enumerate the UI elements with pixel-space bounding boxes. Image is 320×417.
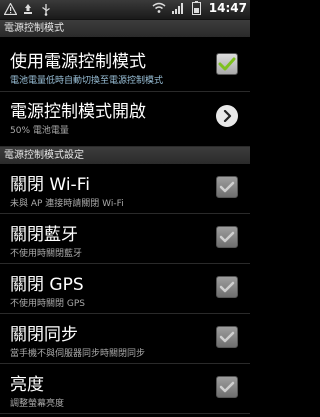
row-power-saving-at[interactable]: 電源控制模式開啟 50% 電池電量 xyxy=(0,92,250,147)
row-disable-bluetooth[interactable]: 關閉藍牙 不使用時關閉藍牙 xyxy=(0,214,250,264)
battery-icon xyxy=(190,1,204,15)
status-bar: 14:47 xyxy=(0,0,250,20)
row-subtitle: 未與 AP 連接時請關閉 Wi-Fi xyxy=(10,199,124,209)
usb-icon xyxy=(39,2,53,16)
check-icon xyxy=(219,331,235,343)
disable-wifi-checkbox[interactable] xyxy=(216,176,238,198)
row-subtitle: 50% 電池電量 xyxy=(10,126,69,136)
clock-time: 14:47 xyxy=(208,1,247,15)
row-title: 關閉藍牙 xyxy=(10,225,78,245)
check-icon xyxy=(219,281,235,293)
row-title: 關閉 GPS xyxy=(10,275,84,295)
row-subtitle: 當手機不與伺服器同步時關閉同步 xyxy=(10,349,146,359)
disable-bluetooth-checkbox[interactable] xyxy=(216,226,238,248)
section-header-power-settings: 電源控制模式設定 xyxy=(0,147,250,164)
signal-icon xyxy=(171,1,185,15)
row-title: 關閉同步 xyxy=(10,325,78,345)
row-use-power-saving[interactable]: 使用電源控制模式 電池電量低時自動切換至電源控制模式 xyxy=(0,37,250,92)
recycle-icon xyxy=(21,2,35,16)
row-title: 使用電源控制模式 xyxy=(10,52,146,72)
row-disable-gps[interactable]: 關閉 GPS 不使用時關閉 GPS xyxy=(0,264,250,314)
row-subtitle: 電池電量低時自動切換至電源控制模式 xyxy=(10,76,164,86)
brightness-checkbox[interactable] xyxy=(216,376,238,398)
row-brightness[interactable]: 亮度 調整螢幕亮度 xyxy=(0,364,250,414)
wifi-icon xyxy=(152,1,166,15)
check-icon xyxy=(219,231,235,243)
row-disable-sync[interactable]: 關閉同步 當手機不與伺服器同步時關閉同步 xyxy=(0,314,250,364)
warning-icon xyxy=(3,2,17,16)
check-icon xyxy=(219,181,235,193)
row-title: 關閉 Wi-Fi xyxy=(10,175,90,195)
row-subtitle: 調整螢幕亮度 xyxy=(10,399,65,409)
disable-sync-checkbox[interactable] xyxy=(216,326,238,348)
row-subtitle: 不使用時關閉 GPS xyxy=(10,299,85,309)
check-icon xyxy=(219,381,235,393)
chevron-right-icon[interactable] xyxy=(216,105,238,127)
row-title: 亮度 xyxy=(10,375,44,395)
check-icon xyxy=(218,57,236,71)
section-header-power-mode: 電源控制模式 xyxy=(0,20,250,37)
row-subtitle: 不使用時關閉藍牙 xyxy=(10,249,83,259)
disable-gps-checkbox[interactable] xyxy=(216,276,238,298)
row-disable-wifi[interactable]: 關閉 Wi-Fi 未與 AP 連接時請關閉 Wi-Fi xyxy=(0,164,250,214)
row-title: 電源控制模式開啟 xyxy=(10,102,146,122)
use-power-saving-checkbox[interactable] xyxy=(216,53,238,75)
